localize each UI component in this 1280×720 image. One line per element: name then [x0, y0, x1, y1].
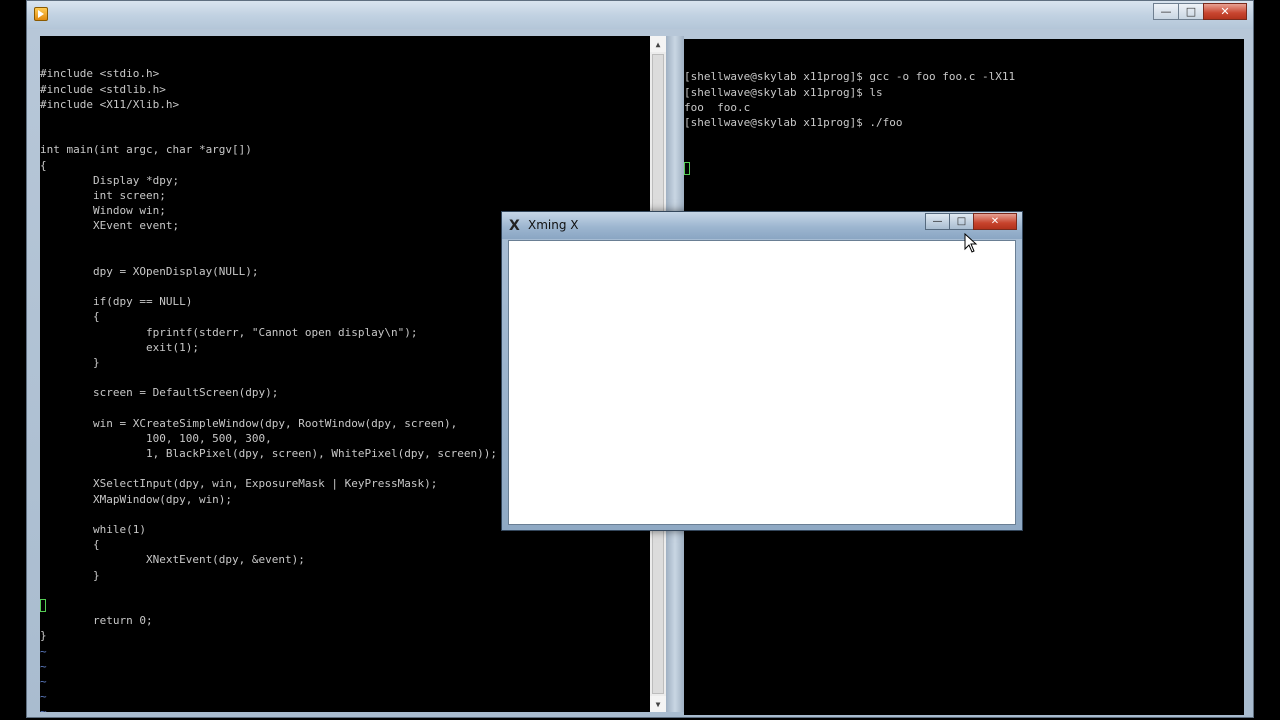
close-icon: ✕	[1220, 5, 1230, 18]
code-line: {	[40, 158, 47, 172]
xming-close-button[interactable]: ✕	[973, 213, 1017, 230]
minimize-icon: —	[1160, 5, 1172, 18]
window-controls: — □ ✕	[1153, 3, 1247, 20]
xming-minimize-button[interactable]: —	[925, 213, 950, 230]
empty-buffer-tilde: ~	[40, 644, 47, 658]
code-line: XNextEvent(dpy, &event);	[40, 553, 305, 567]
app-icon[interactable]	[34, 7, 48, 21]
close-icon: ✕	[990, 216, 1000, 227]
terminal-cursor-line	[684, 161, 1244, 176]
close-button[interactable]: ✕	[1203, 3, 1247, 20]
minimize-icon: —	[932, 216, 943, 227]
code-line: return 0;	[40, 614, 153, 628]
window-titlebar[interactable]: — □ ✕	[27, 1, 1253, 29]
empty-buffer-tilde: ~	[40, 690, 47, 704]
editor-cursor	[40, 599, 46, 613]
code-line: #include <stdlib.h>	[40, 82, 166, 96]
maximize-icon: □	[956, 216, 967, 227]
code-line	[40, 598, 650, 613]
xming-maximize-button[interactable]: □	[949, 213, 974, 230]
code-line: Display *dpy;	[40, 173, 180, 187]
empty-buffer-tilde: ~	[40, 674, 47, 688]
code-line: int screen;	[40, 188, 166, 202]
scroll-down-arrow-icon[interactable]: ▼	[650, 696, 666, 712]
code-line: #include <stdio.h>	[40, 67, 160, 81]
xming-window[interactable]: X Xming X — □ ✕	[501, 211, 1023, 531]
scroll-up-arrow-icon[interactable]: ▲	[650, 36, 666, 52]
terminal-line: foo foo.c	[684, 100, 751, 114]
xming-client-area[interactable]	[508, 240, 1016, 525]
empty-buffer-tilde: ~	[40, 659, 47, 673]
terminal-output: [shellwave@skylab x11prog]$ gcc -o foo f…	[684, 69, 1244, 130]
code-line: }	[40, 568, 100, 582]
code-line: }	[40, 629, 47, 643]
terminal-cursor	[684, 162, 690, 176]
xming-titlebar[interactable]: X Xming X — □ ✕	[502, 212, 1022, 239]
terminal-line: [shellwave@skylab x11prog]$ ./foo	[684, 115, 903, 129]
xming-window-controls: — □ ✕	[925, 213, 1017, 230]
maximize-button[interactable]: □	[1178, 3, 1204, 20]
terminal-line: [shellwave@skylab x11prog]$ gcc -o foo f…	[684, 70, 1016, 84]
maximize-icon: □	[1185, 5, 1197, 18]
empty-buffer-tilde: ~	[40, 705, 47, 712]
code-line: #include <X11/Xlib.h>	[40, 97, 180, 111]
code-line: {	[40, 538, 100, 552]
code-line: int main(int argc, char *argv[])	[40, 143, 252, 157]
xming-window-title: Xming X	[528, 218, 579, 232]
xming-logo-icon: X	[509, 218, 520, 234]
minimize-button[interactable]: —	[1153, 3, 1179, 20]
terminal-line: [shellwave@skylab x11prog]$ ls	[684, 85, 883, 99]
